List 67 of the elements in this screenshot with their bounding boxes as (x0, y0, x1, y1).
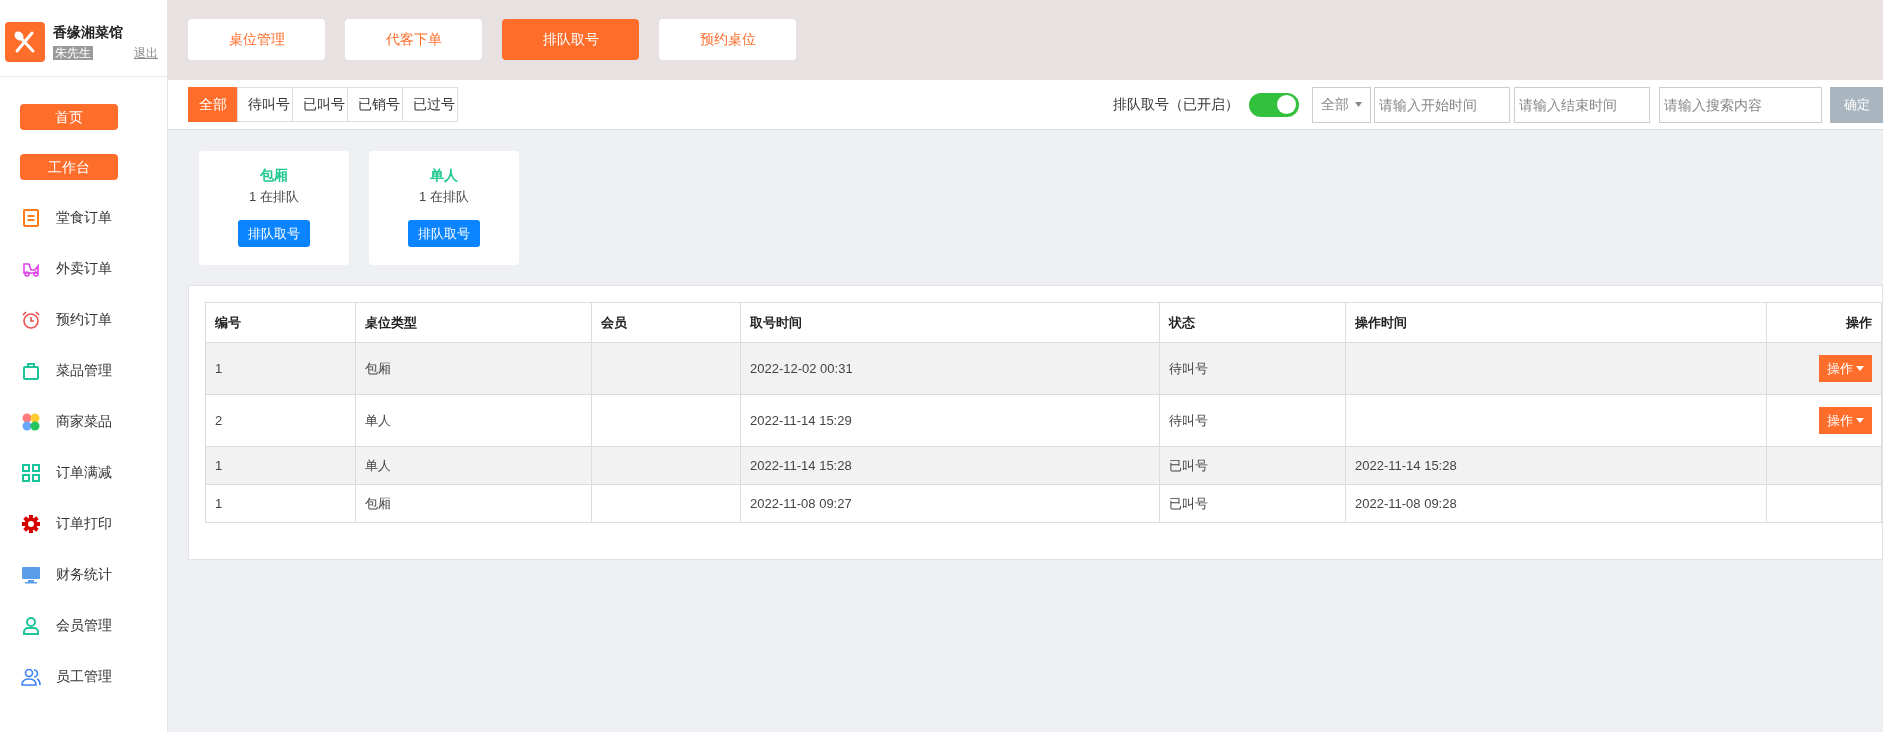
bag-icon (21, 360, 41, 381)
alarm-clock-icon (21, 309, 41, 330)
take-number-button[interactable]: 排队取号 (408, 220, 480, 247)
grid-icon (21, 462, 41, 483)
caret-icon (1856, 366, 1864, 371)
table-cell: 已叫号 (1169, 495, 1208, 511)
sidebar-item[interactable]: 会员管理 (0, 600, 167, 651)
table-cell: 1 (215, 495, 223, 511)
table-cell: 包厢 (365, 360, 391, 376)
caret-icon (1856, 418, 1864, 423)
filter-tab[interactable]: 已过号 (402, 87, 458, 122)
logout-link[interactable]: 退出 (134, 44, 162, 62)
table-cell: 2022-12-02 00:31 (750, 360, 853, 376)
column-header: 桌位类型 (355, 302, 592, 343)
table-cell: 包厢 (365, 495, 391, 511)
table-cell: 待叫号 (1169, 360, 1208, 376)
end-time-field[interactable]: 请输入结束时间 (1514, 86, 1650, 123)
caret-icon (1355, 102, 1362, 107)
table-cell: 单人 (365, 457, 391, 473)
table-cell: 2022-11-14 15:28 (1355, 457, 1457, 473)
card-title: 单人 (430, 166, 458, 185)
table-cell: 单人 (365, 412, 391, 428)
queue-count: 1 在排队 (419, 188, 469, 206)
filter-tab[interactable]: 已销号 (347, 87, 403, 122)
table-cell: 2022-11-08 09:28 (1355, 495, 1457, 511)
take-number-button[interactable]: 排队取号 (238, 220, 310, 247)
column-header: 会员 (591, 302, 741, 343)
sidebar-item[interactable]: 预约订单 (0, 294, 167, 345)
table-cell: 1 (215, 457, 223, 473)
table-cell: 待叫号 (1169, 412, 1208, 428)
four-circles-icon (21, 411, 41, 432)
table-cell: 1 (215, 360, 223, 376)
user-name: 朱先生 (53, 46, 93, 60)
sidebar-item[interactable]: 堂食订单 (0, 192, 167, 243)
column-header: 取号时间 (740, 302, 1160, 343)
sidebar-item[interactable]: 订单打印 (0, 498, 167, 549)
column-header: 操作 (1766, 302, 1882, 343)
monitor-icon (21, 564, 41, 585)
logo-icon (5, 22, 45, 62)
queue-switch-label: 排队取号（已开启） (1113, 95, 1239, 114)
sidebar-item[interactable]: 订单满减 (0, 447, 167, 498)
sidebar-item[interactable]: 外卖订单 (0, 243, 167, 294)
queue-toggle[interactable] (1249, 92, 1299, 117)
user-icon (21, 615, 41, 636)
table-cell: 2022-11-08 09:27 (750, 495, 852, 511)
column-header: 状态 (1159, 302, 1346, 343)
queue-count: 1 在排队 (249, 188, 299, 206)
users-icon (21, 666, 41, 687)
table-cell: 已叫号 (1169, 457, 1208, 473)
document-icon (21, 207, 41, 228)
sidebar-item[interactable]: 财务统计 (0, 549, 167, 600)
sidebar-item[interactable]: 菜品管理 (0, 345, 167, 396)
card-title: 包厢 (260, 166, 288, 185)
search-field[interactable]: 请输入搜索内容 (1659, 86, 1822, 123)
column-header: 操作时间 (1345, 302, 1767, 343)
type-select[interactable]: 全部 (1312, 86, 1371, 123)
gear-icon (21, 513, 41, 534)
start-time-field[interactable]: 请输入开始时间 (1374, 86, 1510, 123)
sidebar-item[interactable]: 商家菜品 (0, 396, 167, 447)
restaurant-name: 香缘湘菜馆 (53, 23, 124, 42)
filter-tab[interactable]: 已叫号 (292, 87, 348, 122)
table-cell: 2022-11-14 15:29 (750, 412, 852, 428)
table-cell: 2 (215, 412, 223, 428)
filter-tab[interactable]: 待叫号 (237, 87, 293, 122)
table-cell: 2022-11-14 15:28 (750, 457, 852, 473)
sidebar-item[interactable]: 员工管理 (0, 651, 167, 702)
column-header: 编号 (205, 302, 356, 343)
